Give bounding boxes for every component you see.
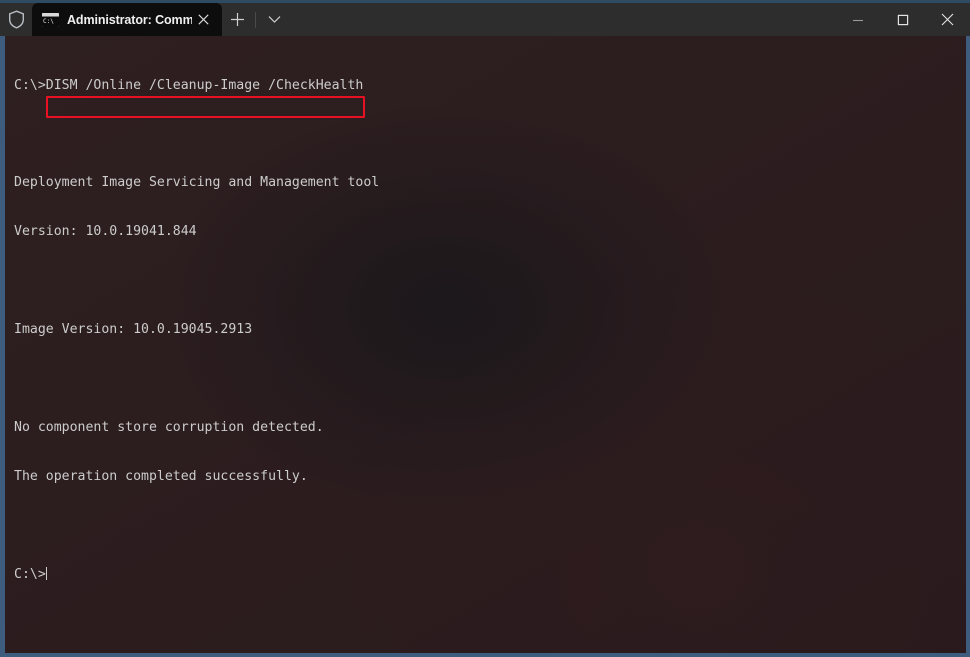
terminal-final-prompt-line: C:\> (14, 567, 966, 583)
titlebar-drag-area (289, 3, 835, 36)
tab-close-icon[interactable] (192, 9, 214, 31)
chevron-down-icon[interactable] (259, 3, 289, 36)
minimize-button[interactable] (835, 3, 880, 36)
terminal-cursor (46, 567, 48, 580)
shield-icon[interactable] (0, 3, 32, 36)
close-button[interactable] (925, 3, 970, 36)
terminal-line-version: Version: 10.0.19041.844 (14, 224, 966, 240)
terminal-line-image-version: Image Version: 10.0.19045.2913 (14, 322, 966, 338)
terminal-window: C:\ Administrator: Command Pror (0, 0, 970, 657)
terminal-pane[interactable]: C:\>DISM /Online /Cleanup-Image /CheckHe… (5, 36, 966, 653)
titlebar: C:\ Administrator: Command Pror (0, 3, 970, 36)
terminal-line-blank (14, 273, 966, 289)
tab-title: Administrator: Command Pror (67, 13, 192, 27)
tab-administrator-command-prompt[interactable]: C:\ Administrator: Command Pror (32, 3, 222, 36)
terminal-final-prompt: C:\> (14, 567, 46, 582)
cmd-icon-text: C:\ (42, 17, 59, 27)
terminal-line-blank (14, 518, 966, 534)
terminal-line-result-success: The operation completed successfully. (14, 469, 966, 485)
new-tab-button[interactable] (222, 3, 252, 36)
cmd-icon: C:\ (42, 13, 59, 27)
maximize-button[interactable] (880, 3, 925, 36)
terminal-text: C:\>DISM /Online /Cleanup-Image /CheckHe… (14, 45, 966, 615)
window-controls (835, 3, 970, 36)
terminal-border: C:\>DISM /Online /Cleanup-Image /CheckHe… (0, 36, 970, 657)
terminal-line-blank (14, 126, 966, 142)
terminal-line-result-corruption: No component store corruption detected. (14, 420, 966, 436)
terminal-line-blank (14, 371, 966, 387)
terminal-line-command: C:\>DISM /Online /Cleanup-Image /CheckHe… (14, 78, 966, 94)
terminal-line-tool-name: Deployment Image Servicing and Managemen… (14, 175, 966, 191)
tabbar-separator (255, 12, 256, 28)
